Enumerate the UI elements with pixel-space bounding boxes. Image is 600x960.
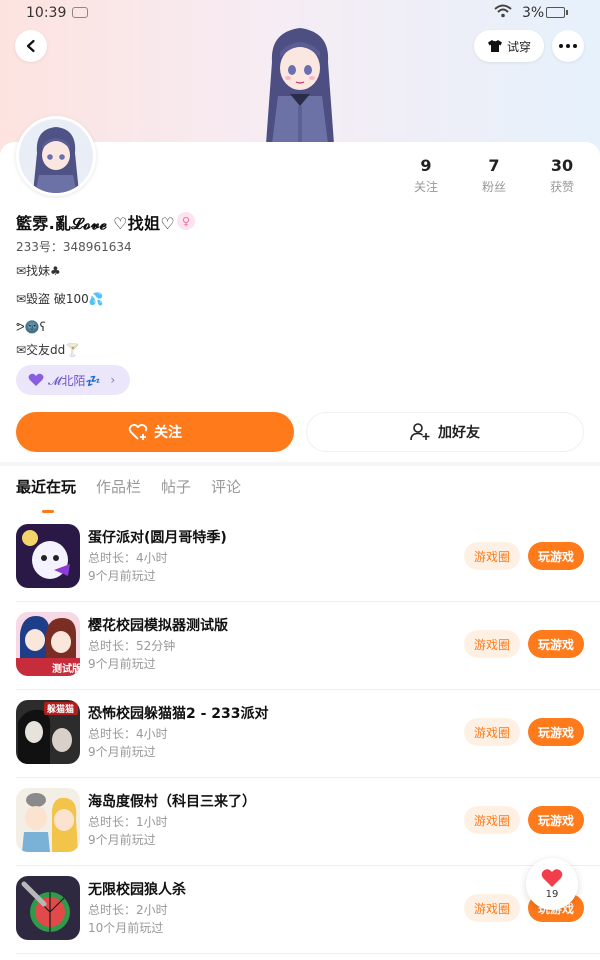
battery-icon [546, 7, 568, 18]
game-total-time: 总时长：52分钟 [88, 639, 176, 653]
back-button[interactable] [15, 30, 47, 62]
horror-school-badge: 躲猫猫 [47, 703, 74, 715]
bio-line: ✉毀盗 破100💦 [16, 292, 104, 306]
stat-fans[interactable]: 7 粉丝 [464, 156, 524, 195]
stat-fans-label: 粉丝 [481, 180, 506, 194]
tab-works[interactable]: 作品栏 [96, 476, 141, 504]
chevron-left-icon [26, 39, 35, 53]
stat-following-label: 关注 [413, 180, 438, 194]
status-time: 10:39 [26, 5, 67, 21]
follow-button[interactable]: 关注 [16, 412, 294, 452]
stat-likes-label: 获赞 [549, 180, 574, 194]
game-last-played: 9个月前玩过 [88, 657, 156, 671]
game-name: 无限校园狼人杀 [88, 882, 186, 898]
tab-recently-played[interactable]: 最近在玩 [16, 476, 76, 513]
game-last-played: 9个月前玩过 [88, 833, 156, 847]
game-name: 恐怖校园躲猫猫2 - 233派对 [88, 706, 269, 722]
sakura-school-icon: 测试版 [16, 612, 80, 676]
tab-comments[interactable]: 评论 [211, 476, 241, 504]
purple-heart-icon [28, 373, 44, 386]
stat-following[interactable]: 9 关注 [396, 156, 456, 195]
game-row[interactable]: 蛋仔派对(圆月哥特季) 总时长：4小时 9个月前玩过 游戏圈 玩游戏 [0, 514, 600, 602]
like-count: 19 [545, 889, 559, 900]
chevron-right-icon: › [110, 373, 116, 387]
game-total-time: 总时长：4小时 [88, 727, 168, 741]
friend-chip[interactable]: 𝓜北陌💤 › [16, 365, 130, 395]
battery-text: 3% [522, 5, 545, 21]
section-divider [0, 462, 600, 466]
bio-line: ᕗ🌚ʕ [16, 320, 46, 334]
play-game-button[interactable]: 玩游戏 [528, 718, 584, 746]
avatar-character-image [266, 28, 334, 144]
game-last-played: 9个月前玩过 [88, 745, 156, 759]
play-game-button[interactable]: 玩游戏 [528, 630, 584, 658]
stat-likes-value: 30 [550, 156, 574, 175]
app-notification-icon [72, 7, 88, 18]
game-last-played: 10个月前玩过 [88, 921, 164, 935]
island-resort-icon [16, 788, 80, 852]
game-circle-button[interactable]: 游戏圈 [464, 542, 520, 570]
follow-label: 关注 [154, 425, 182, 441]
game-row[interactable]: 测试版 樱花校园模拟器测试版 总时长：52分钟 9个月前玩过 游戏圈 玩游戏 [0, 602, 600, 690]
stat-following-value: 9 [420, 156, 432, 175]
try-on-button[interactable]: 试穿 [474, 30, 544, 62]
female-gender-icon: ♀ [177, 212, 195, 230]
game-circle-button[interactable]: 游戏圈 [464, 718, 520, 746]
game-name: 海岛度假村（科目三来了） [88, 794, 256, 810]
play-game-button[interactable]: 玩游戏 [528, 542, 584, 570]
add-friend-label: 加好友 [438, 425, 480, 441]
game-row[interactable]: 无限校园狼人杀 总时长：2小时 10个月前玩过 游戏圈 玩游戏 [0, 866, 600, 954]
wifi-icon [494, 4, 512, 18]
profile-uid[interactable]: 233号：348961634 [16, 238, 132, 255]
game-last-played: 9个月前玩过 [88, 569, 156, 583]
add-user-icon [410, 423, 430, 441]
game-circle-button[interactable]: 游戏圈 [464, 894, 520, 922]
sakura-school-badge: 测试版 [52, 662, 80, 675]
try-on-label: 试穿 [506, 39, 531, 54]
tab-posts[interactable]: 帖子 [161, 476, 191, 504]
game-circle-button[interactable]: 游戏圈 [464, 806, 520, 834]
heart-icon [541, 869, 563, 887]
profile-avatar[interactable] [16, 116, 96, 196]
more-options-button[interactable] [552, 30, 584, 62]
play-game-button[interactable]: 玩游戏 [528, 806, 584, 834]
game-circle-button[interactable]: 游戏圈 [464, 630, 520, 658]
horror-school-icon: 躲猫猫 [16, 700, 80, 764]
row-divider [16, 953, 600, 954]
game-total-time: 总时长：1小时 [88, 815, 168, 829]
friend-chip-label: 𝓜北陌💤 [48, 373, 101, 388]
eggy-party-icon [16, 524, 80, 588]
game-total-time: 总时长：2小时 [88, 903, 168, 917]
avatar-image [19, 119, 93, 193]
game-total-time: 总时长：4小时 [88, 551, 168, 565]
tshirt-icon [487, 40, 502, 52]
game-row[interactable]: 海岛度假村（科目三来了） 总时长：1小时 9个月前玩过 游戏圈 玩游戏 [0, 778, 600, 866]
game-row[interactable]: 躲猫猫 恐怖校园躲猫猫2 - 233派对 总时长：4小时 9个月前玩过 游戏圈 … [0, 690, 600, 778]
profile-tabs: 最近在玩 作品栏 帖子 评论 [16, 476, 241, 513]
werewolf-icon [16, 876, 80, 940]
stat-fans-value: 7 [488, 156, 500, 175]
like-float-button[interactable]: 19 [526, 858, 578, 910]
bio-line: ✉交友dd🍸 [16, 343, 81, 357]
profile-nickname: 籃雰.亂𝓛𝓸𝓿𝓮 ♡找姐♡ [16, 214, 176, 233]
add-friend-button[interactable]: 加好友 [306, 412, 584, 452]
stat-likes[interactable]: 30 获赞 [532, 156, 592, 195]
game-name: 蛋仔派对(圆月哥特季) [88, 530, 227, 546]
bio-line: ✉找妹♣ [16, 264, 61, 278]
game-name: 樱花校园模拟器测试版 [88, 618, 228, 634]
heart-plus-icon [128, 423, 148, 440]
more-dots-icon [559, 44, 577, 48]
